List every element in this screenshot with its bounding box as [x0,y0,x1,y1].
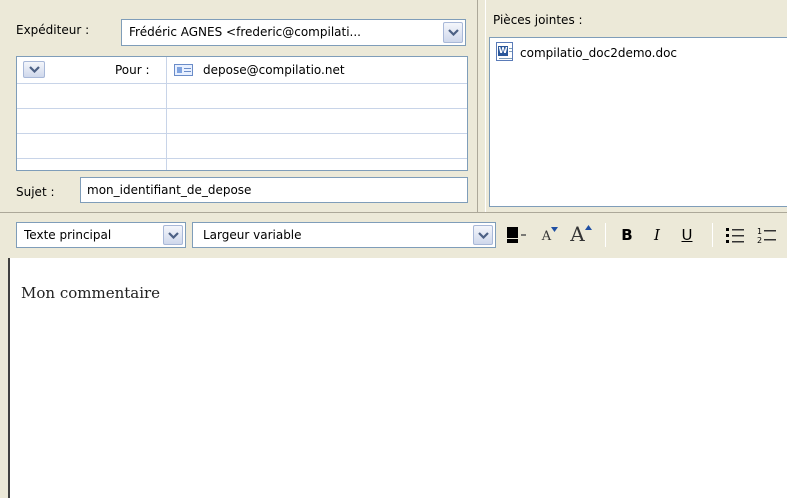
bullet-list-icon [726,228,744,243]
decrease-font-icon: A [541,229,552,244]
decrease-font-button[interactable]: A [538,221,562,249]
underline-button[interactable]: U [675,222,699,248]
pane-splitter[interactable] [477,0,486,212]
font-select-value: Largeur variable [203,228,302,242]
subject-label: Sujet : [16,185,55,199]
arrow-down-icon [551,227,559,232]
bullet-list-button[interactable] [722,222,748,248]
font-color-icon [507,227,526,243]
chevron-down-icon [447,29,459,36]
contact-card-icon [174,64,193,76]
increase-font-icon: A [570,222,585,246]
to-label: Pour : [115,63,150,77]
message-body-text: Mon commentaire [21,284,161,302]
style-select-value: Texte principal [24,228,112,242]
recipient-grid: Pour : depose@compilatio.net [16,56,468,171]
increase-font-button[interactable]: A [566,219,596,249]
subject-value: mon_identifiant_de_depose [87,183,252,197]
font-select[interactable]: Largeur variable [192,222,496,248]
message-body[interactable]: Mon commentaire [10,258,787,498]
toolbar-separator [605,223,606,247]
font-dropdown-button[interactable] [473,225,493,245]
recipient-type-dropdown-button[interactable] [23,61,45,78]
numbered-list-icon: 1 2 [757,227,776,244]
chevron-down-icon [167,231,179,239]
from-select[interactable]: Frédéric AGNES <frederic@compilati... [121,19,466,46]
attachments-list[interactable]: W compilatio_doc2demo.doc [489,37,787,207]
attachments-label: Pièces jointes : [493,13,583,27]
arrow-up-icon [584,225,592,230]
word-doc-icon: W [496,42,513,61]
underline-icon: U [681,226,693,244]
bold-icon: B [621,226,633,244]
from-label: Expéditeur : [16,23,90,37]
style-dropdown-button[interactable] [163,225,183,245]
chevron-down-icon [477,231,489,239]
italic-icon: I [654,226,660,244]
style-select[interactable]: Texte principal [16,222,186,248]
grid-row-line [17,108,467,109]
bold-button[interactable]: B [615,222,639,248]
from-select-value: Frédéric AGNES <frederic@compilati... [129,25,361,39]
chevron-down-icon [28,66,40,73]
svg-text:1: 1 [757,227,762,236]
attachment-name[interactable]: compilatio_doc2demo.doc [520,46,677,60]
format-toolbar: Texte principal Largeur variable A A B I [0,212,787,258]
to-recipient[interactable]: depose@compilatio.net [203,63,345,77]
toolbar-separator [712,223,713,247]
grid-row-line [17,133,467,134]
font-color-button[interactable] [503,223,531,247]
svg-text:2: 2 [757,236,762,244]
italic-button[interactable]: I [645,222,669,248]
subject-input[interactable]: mon_identifiant_de_depose [80,177,468,203]
numbered-list-button[interactable]: 1 2 [754,222,780,248]
grid-row-line [17,158,467,159]
from-dropdown-button[interactable] [443,22,463,43]
grid-row-line [17,83,467,84]
grid-column-divider [166,57,167,170]
